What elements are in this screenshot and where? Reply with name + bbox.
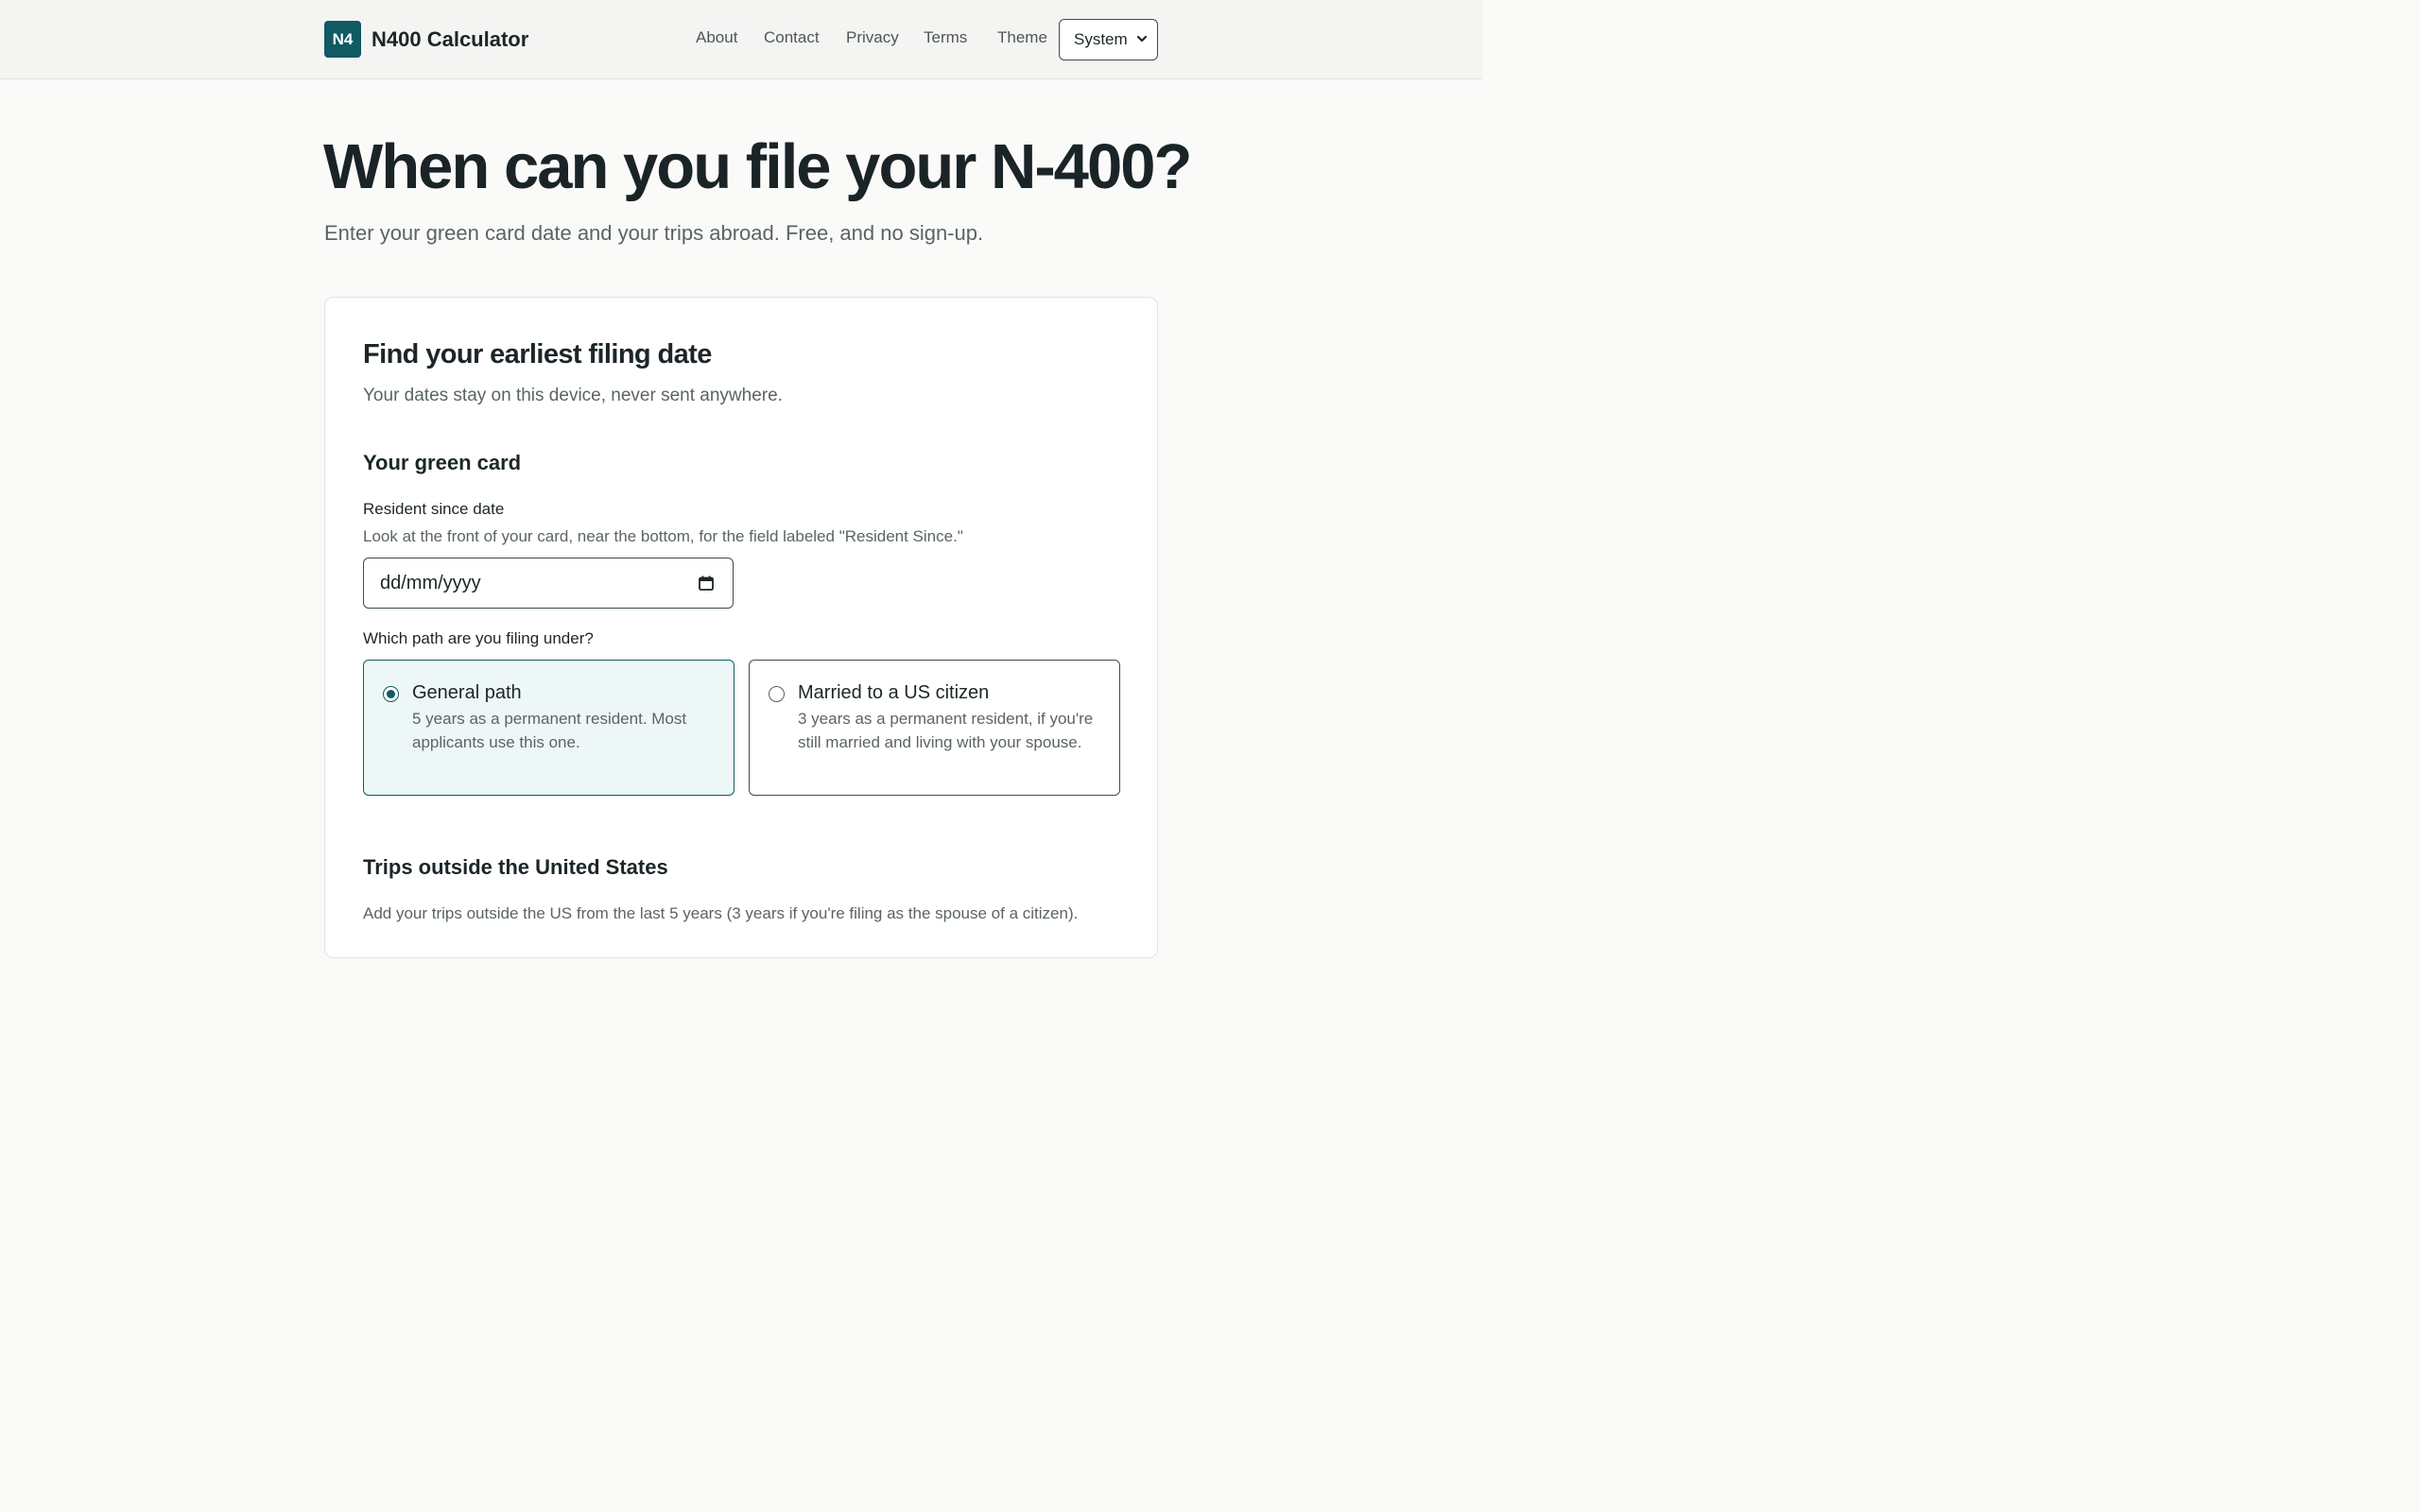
chevron-down-icon xyxy=(1136,35,1148,43)
page-title: When can you file your N-400? xyxy=(323,131,1192,202)
nav-privacy[interactable]: Privacy xyxy=(846,28,899,47)
nav-contact[interactable]: Contact xyxy=(764,28,820,47)
option-description: 3 years as a permanent resident, if you'… xyxy=(798,710,1094,751)
nav-about[interactable]: About xyxy=(696,28,737,47)
card-subtitle: Your dates stay on this device, never se… xyxy=(363,386,783,405)
date-placeholder: dd/mm/yyyy xyxy=(380,572,481,593)
card-title: Find your earliest filing date xyxy=(363,339,712,369)
option-title: Married to a US citizen xyxy=(798,682,990,703)
resident-since-label: Resident since date xyxy=(363,500,505,518)
page-subtitle: Enter your green card date and your trip… xyxy=(324,221,984,245)
path-label: Which path are you filing under? xyxy=(363,629,594,647)
radio-general-path[interactable] xyxy=(383,686,399,702)
trips-heading: Trips outside the United States xyxy=(363,855,668,879)
nav-terms[interactable]: Terms xyxy=(924,28,967,47)
radio-married-path[interactable] xyxy=(769,686,785,702)
option-married-path[interactable]: Married to a US citizen 3 years as a per… xyxy=(749,660,1120,796)
logo: N4 xyxy=(324,21,361,58)
option-description: 5 years as a permanent resident. Most ap… xyxy=(412,710,687,751)
theme-label: Theme xyxy=(997,28,1047,46)
resident-since-input[interactable]: dd/mm/yyyy xyxy=(363,558,734,609)
calendar-icon[interactable] xyxy=(698,575,715,592)
brand-name: N400 Calculator xyxy=(372,26,529,51)
radio-selected-dot xyxy=(386,689,395,698)
trips-help: Add your trips outside the US from the l… xyxy=(363,904,1079,922)
green-card-heading: Your green card xyxy=(363,451,522,474)
theme-select-value: System xyxy=(1074,30,1128,48)
calculator-card: Find your earliest filing date Your date… xyxy=(324,297,1158,958)
option-general-path[interactable]: General path 5 years as a permanent resi… xyxy=(363,660,735,796)
theme-select[interactable]: System xyxy=(1059,19,1158,60)
resident-since-help: Look at the front of your card, near the… xyxy=(363,527,963,545)
brand-link[interactable]: N4 N400 Calculator xyxy=(324,21,528,58)
top-bar: N4 N400 Calculator About Contact Privacy… xyxy=(0,0,1482,79)
option-title: General path xyxy=(412,682,522,703)
